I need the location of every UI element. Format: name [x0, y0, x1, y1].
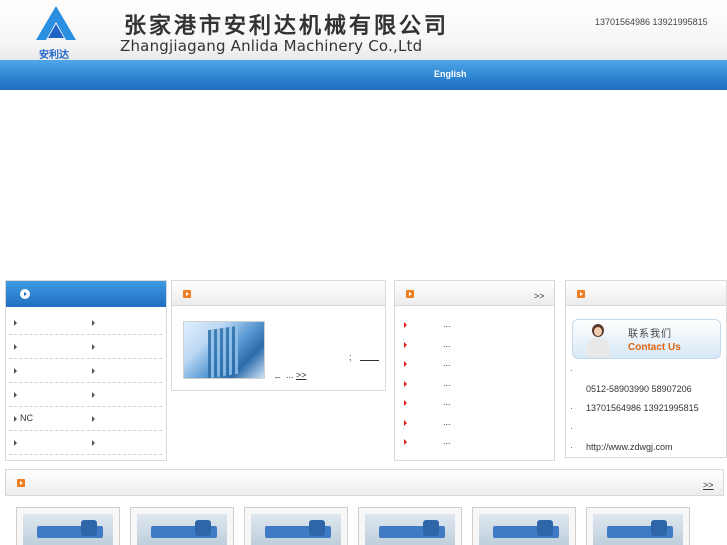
red-triangle-bullet-icon [404, 420, 407, 426]
pipe-end-forming-machine-image [479, 514, 569, 545]
company-name-en: Zhangjiagang Anlida Machinery Co.,Ltd [120, 37, 423, 55]
pipe-bending-machine-image [137, 514, 227, 545]
orange-arrow-icon [406, 290, 414, 298]
pipe-bending-machine-image [251, 514, 341, 545]
category-item[interactable]: NC [9, 407, 84, 431]
category-panel-header [6, 281, 166, 307]
products-panel-header: >> [6, 470, 723, 495]
pipe-bending-machine-image [593, 514, 683, 545]
red-triangle-bullet-icon [404, 361, 407, 367]
red-triangle-bullet-icon [404, 400, 407, 406]
about-building-image[interactable] [183, 321, 265, 379]
triangle-bullet-icon [14, 392, 17, 398]
category-item[interactable] [9, 311, 84, 335]
contact-dot: · [570, 403, 573, 413]
category-item[interactable] [87, 431, 162, 455]
news-item[interactable]: ... [404, 378, 544, 392]
contact-dot: · [570, 423, 573, 433]
triangle-bullet-icon [14, 368, 17, 374]
triangle-bullet-icon [14, 344, 17, 350]
triangle-bullet-icon [92, 392, 95, 398]
triangle-bullet-icon [92, 368, 95, 374]
nav-link-english[interactable]: English [434, 69, 467, 79]
contact-us-banner[interactable]: 联系我们 Contact Us [572, 319, 721, 359]
product-thumbnail[interactable] [244, 507, 348, 545]
triangle-bullet-icon [14, 440, 17, 446]
category-item[interactable] [9, 359, 84, 383]
triangle-bullet-icon [92, 416, 95, 422]
circle-arrow-icon [20, 289, 30, 299]
news-item[interactable]: ... [404, 319, 544, 333]
category-item[interactable] [9, 383, 84, 407]
product-thumbnail[interactable] [472, 507, 576, 545]
about-text-underline [360, 351, 379, 361]
contact-banner-en: Contact Us [628, 342, 681, 353]
contact-dot: · [570, 365, 573, 375]
category-item[interactable] [87, 359, 162, 383]
news-panel-header: >> [395, 281, 554, 306]
category-item[interactable] [87, 335, 162, 359]
contact-dot: · [570, 442, 573, 452]
about-panel-header [172, 281, 385, 306]
contact-telephone: 0512-58903990 58907206 [586, 384, 692, 394]
category-item[interactable] [87, 383, 162, 407]
about-text-ellipsis: ... [286, 370, 294, 380]
contact-mobile: 13701564986 13921995815 [586, 403, 699, 413]
contact-panel: 联系我们 Contact Us · 0512-58903990 58907206… [565, 280, 727, 458]
about-text-fragment: _ [275, 368, 281, 378]
header-phone-numbers: 13701564986 13921995815 [595, 17, 708, 27]
product-thumbnail[interactable] [358, 507, 462, 545]
category-item[interactable] [87, 311, 162, 335]
triangle-bullet-icon [14, 416, 17, 422]
contact-website[interactable]: http://www.zdwgj.com [586, 442, 673, 452]
orange-arrow-icon [17, 479, 25, 487]
products-more-link[interactable]: >> [703, 480, 714, 490]
product-thumbnail[interactable] [130, 507, 234, 545]
red-triangle-bullet-icon [404, 381, 407, 387]
news-item[interactable]: ... [404, 436, 544, 450]
red-triangle-bullet-icon [404, 322, 407, 328]
category-item[interactable] [9, 335, 84, 359]
products-panel: >> [5, 469, 724, 496]
orange-arrow-icon [183, 290, 191, 298]
contact-panel-header [566, 281, 726, 306]
product-category-panel: NC [5, 280, 167, 461]
news-item[interactable]: ... [404, 397, 544, 411]
site-header: 安利达 张家港市安利达机械有限公司 Zhangjiagang Anlida Ma… [0, 0, 727, 61]
category-item[interactable] [9, 431, 84, 455]
news-panel: >> ... ... ... ... ... ... ... [394, 280, 555, 461]
orange-arrow-icon [577, 290, 585, 298]
news-more-link[interactable]: >> [534, 291, 545, 301]
news-item[interactable]: ... [404, 417, 544, 431]
red-triangle-bullet-icon [404, 342, 407, 348]
about-panel: ; _ ... >> [171, 280, 386, 391]
nav-bar [0, 60, 727, 90]
triangle-bullet-icon [92, 440, 95, 446]
triangle-bullet-icon [92, 344, 95, 350]
logo-text: 安利达 [39, 50, 69, 61]
triangle-bullet-icon [92, 320, 95, 326]
about-text-separator: ; [349, 352, 352, 362]
pipe-bending-machine-image [23, 514, 113, 545]
about-more-link[interactable]: >> [296, 370, 307, 380]
contact-banner-cn: 联系我们 [628, 329, 672, 340]
triangle-bullet-icon [14, 320, 17, 326]
red-triangle-bullet-icon [404, 439, 407, 445]
product-thumbnail[interactable] [16, 507, 120, 545]
category-item[interactable] [87, 407, 162, 431]
company-name-cn: 张家港市安利达机械有限公司 [124, 13, 450, 39]
product-thumbnail[interactable] [586, 507, 690, 545]
news-item[interactable]: ... [404, 339, 544, 353]
pipe-cutting-machine-image [365, 514, 455, 545]
news-item[interactable]: ... [404, 358, 544, 372]
customer-service-person-icon [583, 323, 613, 357]
